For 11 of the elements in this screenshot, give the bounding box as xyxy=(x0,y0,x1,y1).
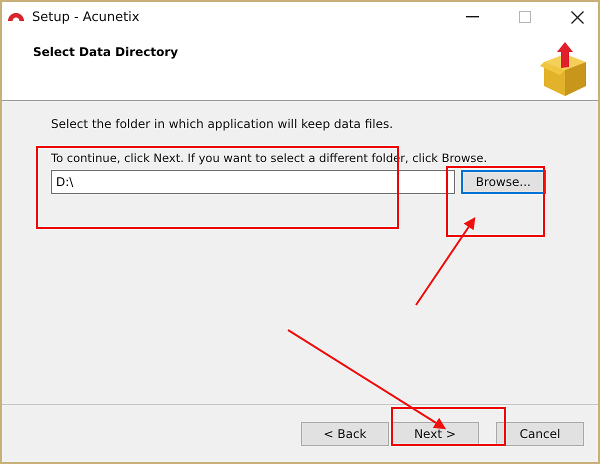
cancel-button[interactable]: Cancel xyxy=(496,422,584,446)
page-heading: Select Data Directory xyxy=(33,45,178,61)
intro-text: Select the folder in which application will keep data files. xyxy=(51,117,394,131)
app-logo-icon xyxy=(8,13,24,21)
minimize-icon[interactable] xyxy=(466,16,479,18)
back-button[interactable]: < Back xyxy=(301,422,389,446)
window-title: Setup - Acunetix xyxy=(32,10,140,24)
next-button[interactable]: Next > xyxy=(391,422,479,446)
browse-button[interactable]: Browse... xyxy=(460,170,546,194)
folder-path-field[interactable]: D:\ xyxy=(51,170,455,194)
close-icon[interactable] xyxy=(571,10,584,24)
